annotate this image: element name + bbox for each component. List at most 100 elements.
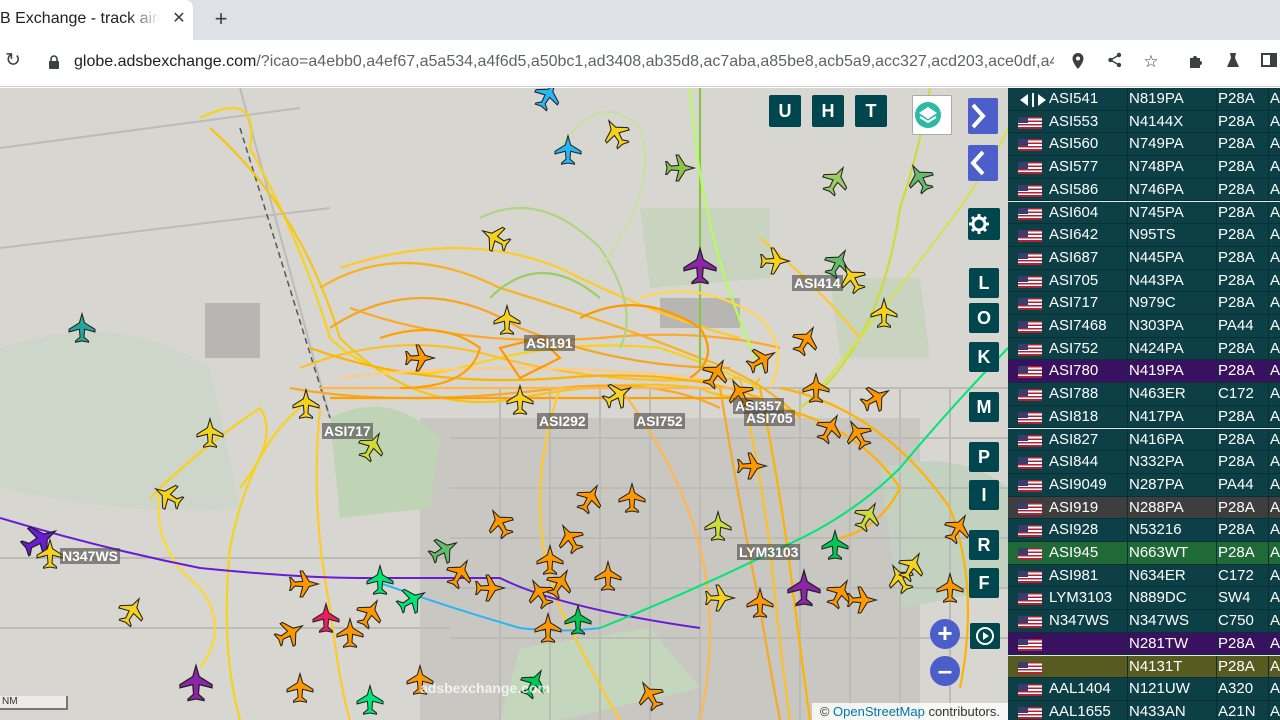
url-text[interactable]: globe.adsbexchange.com/?icao=a4ebb0,a4ef…	[74, 53, 1054, 71]
column-divider	[1127, 201, 1128, 224]
table-row[interactable]: ASI705 N443PA P28A A	[1008, 269, 1280, 293]
aircraft-label[interactable]: ASI705	[744, 410, 795, 426]
extra-cell: A	[1270, 112, 1280, 130]
button-k[interactable]: K	[969, 342, 999, 372]
table-row[interactable]: ASI541 N819PA P28A A	[1008, 88, 1280, 111]
reload-icon[interactable]: ↻	[2, 50, 24, 72]
column-divider	[1268, 519, 1269, 542]
registration-cell: N4131T	[1129, 657, 1183, 675]
aircraft-label[interactable]: ASI414	[792, 275, 843, 291]
table-row[interactable]: AAL1404 N121UW A320 A	[1008, 678, 1280, 701]
browser-tab[interactable]: B Exchange - track aircraft ✕	[0, 0, 193, 40]
table-row[interactable]: ASI919 N288PA P28A A	[1008, 496, 1280, 520]
chevron-right-icon[interactable]	[968, 98, 998, 134]
attribution-prefix: ©	[819, 704, 830, 719]
button-t[interactable]: T	[855, 95, 887, 127]
type-cell: P28A	[1218, 271, 1255, 289]
table-row[interactable]: N347WS N347WS C750 A	[1008, 610, 1280, 633]
column-divider	[1127, 315, 1128, 337]
button-m[interactable]: M	[969, 392, 999, 422]
button-o[interactable]: O	[969, 303, 999, 333]
table-row[interactable]: ASI687 N445PA P28A A	[1008, 246, 1280, 270]
callsign-cell: ASI586	[1049, 180, 1099, 198]
openstreetmap-link[interactable]: OpenStreetMap	[833, 704, 925, 719]
table-row[interactable]: ASI788 N463ER C172 A	[1008, 383, 1280, 406]
table-row[interactable]: AAL1655 N433AN A21N A	[1008, 700, 1280, 720]
column-divider	[1127, 542, 1128, 564]
share-icon[interactable]	[1105, 52, 1125, 72]
button-l[interactable]: L	[969, 268, 999, 298]
star-icon[interactable]: ☆	[1141, 52, 1161, 72]
table-row[interactable]: ASI717 N979C P28A A	[1008, 292, 1280, 315]
expand-table-icon[interactable]	[1018, 92, 1048, 108]
column-divider	[1127, 700, 1128, 720]
registration-cell: N463ER	[1129, 385, 1186, 403]
aircraft-label[interactable]: ASI717	[322, 423, 373, 439]
table-row[interactable]: N4131T P28A A	[1008, 655, 1280, 679]
aircraft-label[interactable]: ASI752	[634, 413, 685, 429]
table-row[interactable]: ASI604 N745PA P28A A	[1008, 201, 1280, 225]
table-row[interactable]: ASI9049 N287PA PA44 A	[1008, 473, 1280, 497]
table-row[interactable]: N281TW P28A A	[1008, 632, 1280, 656]
type-cell: P28A	[1218, 544, 1255, 561]
callsign-cell: ASI560	[1049, 135, 1099, 153]
extra-cell: A	[1270, 317, 1280, 334]
table-row[interactable]: ASI844 N332PA P28A A	[1008, 451, 1280, 474]
new-tab-icon[interactable]: +	[208, 6, 234, 32]
omnibox[interactable]: globe.adsbexchange.com/?icao=a4ebb0,a4ef…	[36, 45, 1100, 81]
close-tab-icon[interactable]: ✕	[168, 8, 190, 30]
aircraft-table[interactable]: ASI541 N819PA P28A A ASI553 N4144X P28A A ASI560…	[1008, 88, 1280, 720]
table-row[interactable]: ASI586 N746PA P28A A	[1008, 178, 1280, 202]
zoom-out-button[interactable]: –	[930, 656, 960, 686]
table-row[interactable]: ASI818 N417PA P28A A	[1008, 405, 1280, 429]
table-row[interactable]: ASI780 N419PA P28A A	[1008, 360, 1280, 384]
table-row[interactable]: ASI553 N4144X P28A A	[1008, 110, 1280, 134]
column-divider	[1216, 451, 1217, 474]
button-i[interactable]: I	[969, 480, 999, 510]
column-divider	[1216, 269, 1217, 292]
zoom-in-button[interactable]: +	[930, 619, 960, 649]
column-divider	[1268, 496, 1269, 519]
button-h[interactable]: H	[812, 95, 844, 127]
map-canvas[interactable]	[0, 88, 1008, 720]
column-divider	[1216, 315, 1217, 337]
chevron-left-icon[interactable]	[968, 145, 998, 181]
column-divider	[1268, 315, 1269, 337]
table-row[interactable]: ASI642 N95TS P28A A	[1008, 224, 1280, 247]
registration-cell: N748PA	[1129, 158, 1184, 176]
table-row[interactable]: ASI752 N424PA P28A A	[1008, 337, 1280, 361]
us-flag-icon	[1018, 252, 1042, 265]
table-row[interactable]: ASI827 N416PA P28A A	[1008, 428, 1280, 452]
table-row[interactable]: ASI928 N53216 P28A A	[1008, 519, 1280, 542]
button-r[interactable]: R	[969, 530, 999, 560]
type-cell: P28A	[1218, 339, 1255, 357]
extra-cell: A	[1270, 634, 1280, 652]
column-divider	[1268, 246, 1269, 269]
table-row[interactable]: LYM3103 N889DC SW4 A	[1008, 587, 1280, 611]
settings-button[interactable]	[968, 208, 1000, 240]
column-divider	[1268, 428, 1269, 451]
flight-map[interactable]: ASI414 ASI191 ASI292 ASI752 ASI717 ASI357 ASI7…	[0, 88, 1008, 720]
table-row[interactable]: ASI577 N748PA P28A A	[1008, 156, 1280, 179]
aircraft-label[interactable]: N347WS	[60, 548, 121, 564]
button-p[interactable]: P	[969, 442, 999, 472]
button-u[interactable]: U	[769, 95, 801, 127]
button-f[interactable]: F	[969, 568, 999, 598]
registration-cell: N347WS	[1129, 612, 1190, 630]
aircraft-label[interactable]: ASI191	[524, 335, 575, 351]
replay-button[interactable]	[970, 623, 1000, 649]
extra-cell: A	[1270, 203, 1280, 221]
registration-cell: N332PA	[1129, 453, 1184, 471]
table-row[interactable]: ASI981 N634ER C172 A	[1008, 564, 1280, 588]
aircraft-label[interactable]: LYM3103	[737, 544, 801, 560]
location-icon[interactable]	[1068, 52, 1088, 72]
table-row[interactable]: ASI560 N749PA P28A A	[1008, 133, 1280, 157]
table-row[interactable]: ASI7468 N303PA PA44 A	[1008, 315, 1280, 338]
aircraft-label[interactable]: ASI292	[537, 413, 588, 429]
profile-icon[interactable]	[1223, 52, 1243, 72]
extensions-icon[interactable]	[1186, 52, 1206, 72]
layers-button[interactable]	[912, 95, 952, 135]
table-row[interactable]: ASI945 N663WT P28A A	[1008, 542, 1280, 565]
column-divider	[1216, 156, 1217, 179]
sidebar-icon[interactable]	[1259, 52, 1279, 72]
